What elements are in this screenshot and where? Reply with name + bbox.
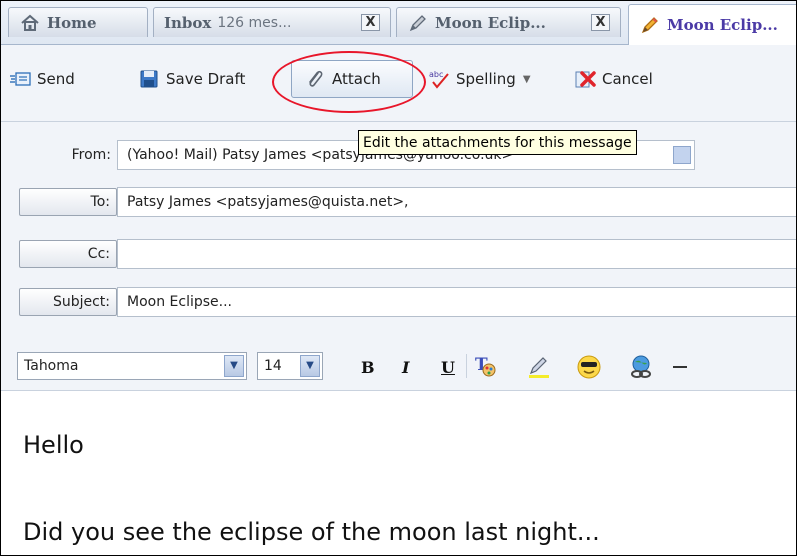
send-icon — [10, 72, 31, 86]
text-color-button[interactable]: T — [473, 354, 499, 380]
font-size-select[interactable]: 14 ▼ — [257, 352, 323, 380]
pencil-icon — [409, 14, 426, 31]
annotation-circle — [272, 51, 426, 113]
tab-draft-label: Moon Eclip... — [435, 13, 546, 32]
chevron-down-icon[interactable] — [673, 146, 691, 164]
chevron-down-icon: ▼ — [522, 73, 531, 85]
bold-button[interactable]: B — [361, 354, 375, 380]
formatting-toolbar: Tahoma ▼ 14 ▼ B I U T — [1, 342, 796, 391]
tab-bar: Home Inbox 126 mes... X Moon Eclip... X … — [1, 1, 796, 45]
subject-value: Moon Eclipse... — [127, 294, 232, 310]
house-icon — [21, 14, 39, 31]
cancel-label: Cancel — [602, 70, 653, 88]
chevron-down-icon[interactable]: ▼ — [300, 355, 320, 377]
to-value: Patsy James <patsyjames@quista.net>, — [127, 194, 409, 210]
message-body[interactable]: Hello Did you see the eclipse of the moo… — [1, 391, 796, 555]
tab-inbox-count: 126 mes... — [217, 14, 292, 31]
tab-draft-close-button[interactable]: X — [591, 14, 610, 31]
to-button[interactable]: To: — [19, 188, 117, 216]
save-draft-button[interactable]: Save Draft — [138, 64, 245, 94]
insert-link-button[interactable] — [628, 354, 654, 380]
spelling-label: Spelling — [456, 70, 516, 88]
send-button[interactable]: Send — [9, 64, 75, 94]
horizontal-rule-icon[interactable] — [673, 366, 687, 368]
tab-inbox-label: Inbox — [164, 13, 212, 32]
save-draft-label: Save Draft — [166, 70, 246, 88]
from-label: From: — [71, 147, 111, 163]
highlighter-icon — [529, 357, 549, 378]
font-family-value: Tahoma — [24, 358, 79, 374]
tab-compose-label: Moon Eclip... — [667, 16, 778, 34]
subject-field[interactable]: Moon Eclipse... — [117, 287, 796, 317]
send-label: Send — [37, 70, 75, 88]
spellcheck-icon: abc — [429, 70, 449, 89]
cancel-button[interactable]: Cancel — [574, 64, 653, 94]
floppy-disk-icon — [140, 70, 158, 88]
message-header: From: (Yahoo! Mail) Patsy James <patsyja… — [1, 122, 796, 342]
cc-field[interactable] — [117, 239, 796, 269]
tab-home[interactable]: Home — [8, 7, 148, 37]
svg-text:abc: abc — [429, 70, 443, 79]
compose-toolbar: Send Save Draft Attach abc Spelling ▼ Ca… — [1, 45, 796, 122]
highlight-button[interactable] — [526, 354, 552, 380]
emoticon-button[interactable] — [576, 354, 602, 380]
toolbar-divider — [466, 354, 467, 378]
to-field[interactable]: Patsy James <patsyjames@quista.net>, — [117, 187, 796, 217]
cancel-icon — [575, 71, 596, 88]
font-family-select[interactable]: Tahoma ▼ — [17, 352, 247, 380]
body-line-text: Did you see the eclipse of the moon last… — [23, 518, 600, 546]
text-color-icon: T — [475, 355, 496, 377]
chevron-down-icon[interactable]: ▼ — [224, 355, 244, 377]
compose-window: Home Inbox 126 mes... X Moon Eclip... X … — [0, 0, 797, 556]
cc-button[interactable]: Cc: — [19, 240, 117, 268]
tab-compose-moon-eclipse[interactable]: Moon Eclip... — [628, 4, 796, 45]
tab-draft-moon-eclipse[interactable]: Moon Eclip... X — [396, 7, 621, 37]
globe-link-icon — [631, 355, 651, 378]
subject-button[interactable]: Subject: — [19, 288, 117, 316]
underline-button[interactable]: U — [441, 354, 455, 380]
italic-button[interactable]: I — [402, 354, 409, 380]
tab-inbox[interactable]: Inbox 126 mes... X — [153, 7, 391, 37]
spelling-button[interactable]: abc Spelling ▼ — [428, 64, 531, 94]
tab-home-label: Home — [47, 13, 97, 32]
tab-inbox-close-button[interactable]: X — [361, 14, 380, 31]
font-size-value: 14 — [264, 358, 282, 374]
attach-tooltip: Edit the attachments for this message — [358, 130, 637, 155]
body-line-greeting: Hello — [23, 431, 84, 459]
pencil-icon — [641, 17, 658, 34]
smiley-sunglasses-icon — [577, 355, 601, 379]
